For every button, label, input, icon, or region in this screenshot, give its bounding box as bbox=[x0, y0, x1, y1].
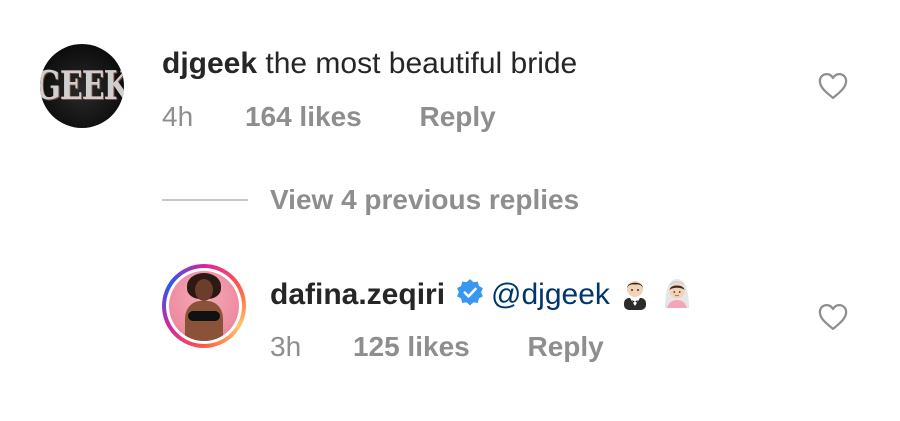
avatar-head-shape bbox=[195, 279, 213, 301]
comment-body: the most beautiful bride bbox=[265, 47, 578, 80]
like-heart-icon[interactable] bbox=[818, 303, 848, 331]
comment-meta: 3h 125 likes Reply bbox=[270, 331, 604, 363]
replies-divider-line bbox=[162, 199, 248, 201]
verified-badge-icon bbox=[457, 279, 483, 306]
comment-meta: 4h 164 likes Reply bbox=[162, 101, 496, 133]
comment-timestamp: 4h bbox=[162, 101, 194, 132]
view-replies-label[interactable]: View 4 previous replies bbox=[270, 184, 579, 216]
groom-emoji-icon bbox=[623, 281, 646, 310]
comment-username[interactable]: djgeek bbox=[162, 47, 257, 80]
avatar[interactable]: GEEK bbox=[40, 44, 124, 128]
reply-button[interactable]: Reply bbox=[420, 101, 496, 133]
comment-likes-count[interactable]: 125 likes bbox=[353, 331, 470, 363]
avatar-ring-gap bbox=[166, 268, 242, 344]
comment-username[interactable]: dafina.zeqiri bbox=[270, 278, 445, 311]
comment-text-line: djgeek the most beautiful bride bbox=[162, 46, 577, 82]
view-previous-replies[interactable]: View 4 previous replies bbox=[162, 184, 579, 216]
bride-with-veil-emoji-icon bbox=[664, 279, 689, 308]
avatar-story-ring[interactable] bbox=[162, 264, 246, 348]
like-heart-icon[interactable] bbox=[818, 72, 848, 100]
comment-mention[interactable]: @djgeek bbox=[491, 278, 610, 311]
comment-likes-count[interactable]: 164 likes bbox=[245, 101, 362, 133]
comment-timestamp: 3h bbox=[270, 331, 302, 362]
comment-text-line: dafina.zeqiri @djgeek bbox=[270, 276, 694, 313]
avatar bbox=[169, 271, 239, 341]
avatar-body-shape bbox=[185, 301, 223, 341]
avatar-logo-text: GEEK bbox=[40, 63, 124, 109]
reply-button[interactable]: Reply bbox=[528, 331, 604, 363]
avatar-top-shape bbox=[188, 311, 220, 321]
